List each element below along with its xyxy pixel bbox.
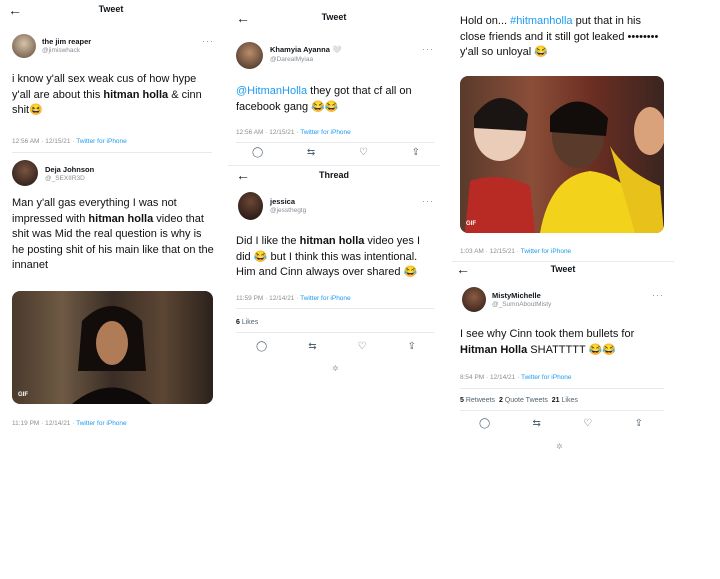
- divider: [236, 308, 434, 309]
- gif-image: [465, 97, 664, 233]
- tweet-text: Did I like the hitman holla video yes I …: [236, 235, 421, 278]
- tweet-timestamp: 11:19 PM · 12/14/21 · Twitter for iPhone: [12, 420, 127, 427]
- reply-icon[interactable]: ◯: [252, 147, 263, 158]
- like-icon[interactable]: ♡: [359, 147, 368, 158]
- display-name[interactable]: Deja Johnson: [45, 165, 94, 174]
- user-handle[interactable]: @DarealMyiaa: [270, 56, 313, 63]
- avatar[interactable]: [238, 192, 263, 220]
- quote-tweets-count[interactable]: 2 Quote Tweets: [499, 397, 548, 404]
- engagement-stats: 5 Retweets 2 Quote Tweets 21 Likes: [460, 397, 578, 404]
- like-icon[interactable]: ♡: [583, 418, 592, 429]
- divider: [460, 388, 664, 389]
- divider: [236, 142, 434, 143]
- gif-image: [72, 306, 152, 404]
- gif-media[interactable]: GIF: [460, 76, 664, 233]
- source-link[interactable]: Twitter for iPhone: [76, 138, 127, 145]
- retweet-icon[interactable]: ⇆: [533, 418, 541, 429]
- divider: [452, 261, 674, 262]
- tweet-timestamp: 1:03 AM · 12/15/21 · Twitter for iPhone: [460, 248, 572, 255]
- tweet-actions: ◯ ⇆ ♡ ⇪: [479, 418, 643, 429]
- retweets-count[interactable]: 5 Retweets: [460, 397, 495, 404]
- loading-spinner-icon: ✲: [556, 442, 563, 451]
- tweet-timestamp: 12:56 AM · 12/15/21 · Twitter for iPhone: [236, 129, 351, 136]
- avatar[interactable]: [236, 42, 263, 69]
- source-link[interactable]: Twitter for iPhone: [76, 420, 127, 427]
- display-name[interactable]: MistyMichelle: [492, 291, 541, 300]
- tweet-text: i know y'all sex weak cus of how hype y'…: [12, 73, 202, 116]
- tweet-panel-3: Hold on... #hitmanholla put that in his …: [452, 8, 674, 456]
- like-icon[interactable]: ♡: [358, 341, 367, 352]
- share-icon[interactable]: ⇪: [412, 147, 420, 158]
- tweet-text: @HitmanHolla they got that cf all on fac…: [236, 85, 412, 113]
- divider: [236, 332, 434, 333]
- gif-label: GIF: [466, 221, 476, 227]
- gif-label: GIF: [18, 392, 28, 398]
- retweet-icon[interactable]: ⇆: [307, 147, 315, 158]
- user-handle[interactable]: @jimiswhack: [42, 47, 80, 54]
- top-bar: ← Tweet: [0, 0, 222, 20]
- reply-icon[interactable]: ◯: [479, 418, 490, 429]
- likes-count[interactable]: 6 Likes: [236, 319, 258, 326]
- display-name[interactable]: Khamyia Ayanna 🤍: [270, 45, 341, 54]
- source-link[interactable]: Twitter for iPhone: [300, 295, 351, 302]
- avatar[interactable]: [12, 160, 38, 186]
- header-title: Tweet: [321, 12, 347, 22]
- divider: [460, 410, 664, 411]
- user-handle[interactable]: @jessthegtg: [270, 207, 306, 214]
- avatar[interactable]: [12, 34, 36, 58]
- retweet-icon[interactable]: ⇆: [308, 341, 316, 352]
- thread-title: Thread: [318, 170, 349, 180]
- tweet-panel-2: ← Tweet Khamyia Ayanna 🤍 @DarealMyiaa ··…: [228, 8, 440, 378]
- mention-link[interactable]: @HitmanHolla: [236, 85, 307, 97]
- more-options-icon[interactable]: ···: [422, 44, 434, 54]
- avatar[interactable]: [462, 287, 486, 312]
- top-bar: ← Tweet: [228, 8, 440, 28]
- more-options-icon[interactable]: ···: [652, 290, 664, 300]
- divider: [12, 152, 212, 153]
- more-options-icon[interactable]: ···: [202, 36, 214, 46]
- loading-spinner-icon: ✲: [332, 364, 339, 373]
- source-link[interactable]: Twitter for iPhone: [521, 248, 572, 255]
- user-handle[interactable]: @_SumnAboutMisty: [492, 301, 551, 308]
- tweet-text: I see why Cinn took them bullets for Hit…: [460, 328, 635, 356]
- tweet-actions: ◯ ⇆ ♡ ⇪: [256, 341, 416, 352]
- tweet-actions: ◯ ⇆ ♡ ⇪: [252, 147, 420, 158]
- likes-count[interactable]: 21 Likes: [552, 397, 578, 404]
- header-title: Tweet: [98, 4, 124, 14]
- header-title: Tweet: [550, 264, 576, 274]
- share-icon[interactable]: ⇪: [408, 341, 416, 352]
- gif-media[interactable]: GIF: [12, 291, 213, 404]
- tweet-timestamp: 8:54 PM · 12/14/21 · Twitter for iPhone: [460, 374, 572, 381]
- tweet-panel-1: ← Tweet the jim reaper @jimiswhack ··· i…: [0, 0, 222, 440]
- hashtag-link[interactable]: #hitmanholla: [510, 15, 572, 27]
- display-name[interactable]: the jim reaper: [42, 37, 91, 46]
- display-name[interactable]: jessica: [270, 197, 295, 206]
- more-options-icon[interactable]: ···: [422, 196, 434, 206]
- tweet-text: Man y'all gas everything I was not impre…: [12, 197, 214, 271]
- tweet-timestamp: 12:56 AM · 12/15/21 · Twitter for iPhone: [12, 138, 127, 145]
- share-icon[interactable]: ⇪: [635, 418, 643, 429]
- divider: [228, 165, 440, 166]
- source-link[interactable]: Twitter for iPhone: [521, 374, 572, 381]
- tweet-text: Hold on... #hitmanholla put that in his …: [460, 15, 659, 58]
- tweet-timestamp: 11:59 PM · 12/14/21 · Twitter for iPhone: [236, 295, 351, 302]
- user-handle[interactable]: @_SEXIIR3D: [45, 175, 85, 182]
- reply-icon[interactable]: ◯: [256, 341, 267, 352]
- source-link[interactable]: Twitter for iPhone: [300, 129, 351, 136]
